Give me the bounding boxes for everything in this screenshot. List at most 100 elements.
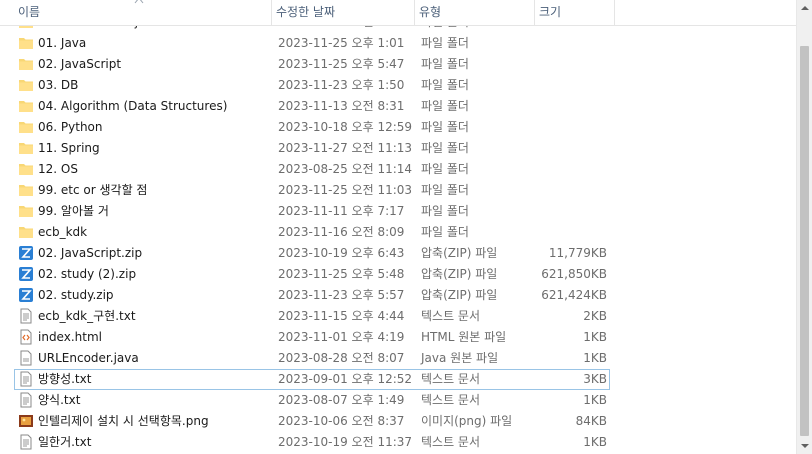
file-date: 2023-11-25 오후 5:47	[278, 57, 405, 71]
file-date: 2023-10-19 오후 6:43	[278, 246, 405, 260]
file-size: 11,779KB	[548, 246, 607, 260]
file-row[interactable]: 인텔리제이 설치 시 선택항목.png 2023-10-06 오전 8:37 이미지…	[14, 411, 610, 432]
file-name: 03. DB	[38, 78, 79, 92]
file-name: ecb_kdk_구현.txt	[38, 309, 136, 323]
file-size: 621,850KB	[541, 267, 607, 281]
scroll-down-arrow-icon[interactable]	[800, 442, 810, 450]
file-type: 텍스트 문서	[421, 393, 481, 407]
column-header-size-label: 크기	[539, 5, 562, 19]
file-type: 파일 폴더	[421, 141, 469, 155]
file-name: ecb_kdk	[38, 225, 88, 239]
file-date: 2023-11-25 오전 11:03	[278, 183, 413, 197]
file-type: 압축(ZIP) 파일	[421, 267, 498, 281]
file-size: 2KB	[583, 309, 607, 323]
file-row[interactable]: 12. OS 2023-08-25 오전 11:14 파일 폴더	[14, 159, 610, 180]
file-type: 파일 폴더	[421, 78, 469, 92]
file-name: 06. Python	[38, 120, 103, 134]
text-file-icon	[18, 308, 34, 324]
file-row[interactable]: 02. study (2).zip 2023-11-25 오후 5:48 압축(ZI…	[14, 264, 610, 285]
file-type: 파일 폴더	[421, 57, 469, 71]
file-row[interactable]: ecb_kdk 2023-11-16 오전 8:09 파일 폴더	[14, 222, 610, 243]
file-size: 621,424KB	[541, 288, 607, 302]
file-row[interactable]: 99. 알아볼 거 2023-11-11 오후 7:17 파일 폴더	[14, 201, 610, 222]
file-name: 02. study.zip	[38, 288, 114, 302]
file-row[interactable]: 02. JavaScript.zip 2023-10-19 오후 6:43 압축(Z…	[14, 243, 610, 264]
file-date: 2023-11-16 오전 8:09	[278, 225, 405, 239]
file-type: 파일 폴더	[421, 204, 469, 218]
file-size: 1KB	[583, 351, 607, 365]
file-date: 2023-08-28 오전 8:07	[278, 351, 405, 365]
file-type: 파일 폴더	[421, 99, 469, 113]
file-size: 1KB	[583, 435, 607, 449]
file-date: 2023-11-13 오전 8:31	[278, 99, 405, 113]
file-size: 1KB	[583, 330, 607, 344]
file-row[interactable]: URLEncoder.java 2023-08-28 오전 8:07 Java 원본…	[14, 348, 610, 369]
file-name: 04. Algorithm (Data Structures)	[38, 99, 228, 113]
vertical-scrollbar[interactable]	[796, 0, 812, 454]
column-header-name-label: 이름	[18, 5, 41, 19]
zip-icon	[18, 245, 34, 261]
file-row[interactable]: 02. JavaScript 2023-11-25 오후 5:47 파일 폴더	[14, 54, 610, 75]
scrollbar-thumb[interactable]	[800, 46, 809, 436]
column-header-date-label: 수정한 날짜	[276, 5, 336, 19]
text-file-icon	[18, 434, 34, 450]
column-header-type-label: 유형	[419, 5, 442, 19]
column-header-size[interactable]: 크기	[535, 0, 615, 25]
folder-icon	[18, 224, 34, 240]
scroll-up-arrow-icon[interactable]	[800, 4, 810, 12]
java-file-icon	[18, 350, 34, 366]
text-file-icon	[18, 392, 34, 408]
file-name: 11. Spring	[38, 141, 100, 155]
file-row[interactable]: ecb_kdk_구현.txt 2023-11-15 오후 4:44 텍스트 문서 2K…	[14, 306, 610, 327]
column-header-type[interactable]: 유형	[415, 0, 535, 25]
file-date: 2023-10-06 오전 8:37	[278, 414, 405, 428]
file-name: 방향성.txt	[38, 372, 92, 386]
file-size: 3KB	[583, 372, 607, 386]
zip-icon	[18, 287, 34, 303]
column-header-name[interactable]: 이름	[14, 0, 272, 25]
file-name: 99. etc or 생각할 점	[38, 183, 148, 197]
file-date: 2023-10-19 오전 11:37	[278, 435, 413, 449]
file-date: 2023-08-07 오후 1:49	[278, 393, 405, 407]
file-size: 84KB	[575, 414, 607, 428]
folder-icon	[18, 140, 34, 156]
file-row[interactable]: 04. Algorithm (Data Structures) 2023-11-1…	[14, 96, 610, 117]
file-date: 2023-11-15 오후 4:44	[278, 309, 405, 323]
file-row[interactable]: 11. Spring 2023-11-27 오전 11:13 파일 폴더	[14, 138, 610, 159]
file-row[interactable]: 03. DB 2023-11-23 오후 1:50 파일 폴더	[14, 75, 610, 96]
file-row[interactable]: index.html 2023-11-01 오후 4:19 HTML 원본 파일 1K…	[14, 327, 610, 348]
file-date: 2023-08-25 오전 11:14	[278, 162, 413, 176]
file-type: 파일 폴더	[421, 162, 469, 176]
file-row[interactable]: 06. Python 2023-10-18 오후 12:59 파일 폴더	[14, 117, 610, 138]
file-name: URLEncoder.java	[38, 351, 139, 365]
file-date: 2023-11-23 오후 1:50	[278, 78, 405, 92]
file-type: Java 원본 파일	[421, 351, 499, 365]
file-row[interactable]: 양식.txt 2023-08-07 오후 1:49 텍스트 문서 1KB	[14, 390, 610, 411]
file-type: 압축(ZIP) 파일	[421, 288, 498, 302]
file-date: 2023-11-23 오후 5:57	[278, 288, 405, 302]
column-header-date[interactable]: 수정한 날짜	[272, 0, 415, 25]
file-name: 02. study (2).zip	[38, 267, 137, 281]
file-type: HTML 원본 파일	[421, 330, 507, 344]
file-type: 압축(ZIP) 파일	[421, 246, 498, 260]
file-row[interactable]: 방향성.txt 2023-09-01 오후 12:52 텍스트 문서 3KB	[14, 369, 610, 390]
file-row[interactable]: 99. etc or 생각할 점 2023-11-25 오전 11:03 파일 폴더	[14, 180, 610, 201]
file-name: 01. Java	[38, 36, 87, 50]
folder-icon	[18, 77, 34, 93]
file-type: 파일 폴더	[421, 183, 469, 197]
file-row[interactable]: 일한거.txt 2023-10-19 오전 11:37 텍스트 문서 1KB	[14, 432, 610, 453]
image-file-icon	[18, 413, 34, 429]
file-name: 02. JavaScript	[38, 57, 122, 71]
file-size: 1KB	[583, 393, 607, 407]
file-name: 02. JavaScript.zip	[38, 246, 143, 260]
folder-icon	[18, 98, 34, 114]
file-name: 12. OS	[38, 162, 78, 176]
folder-icon	[18, 161, 34, 177]
column-header: 이름 수정한 날짜 유형 크기	[0, 0, 796, 26]
file-row[interactable]: 01. Java 2023-11-25 오후 1:01 파일 폴더	[14, 33, 610, 54]
file-row[interactable]: 02. study.zip 2023-11-23 오후 5:57 압축(ZIP) 파…	[14, 285, 610, 306]
zip-icon	[18, 266, 34, 282]
folder-icon	[18, 182, 34, 198]
file-name: 99. 알아볼 거	[38, 204, 109, 218]
file-date: 2023-11-25 오후 1:01	[278, 36, 405, 50]
